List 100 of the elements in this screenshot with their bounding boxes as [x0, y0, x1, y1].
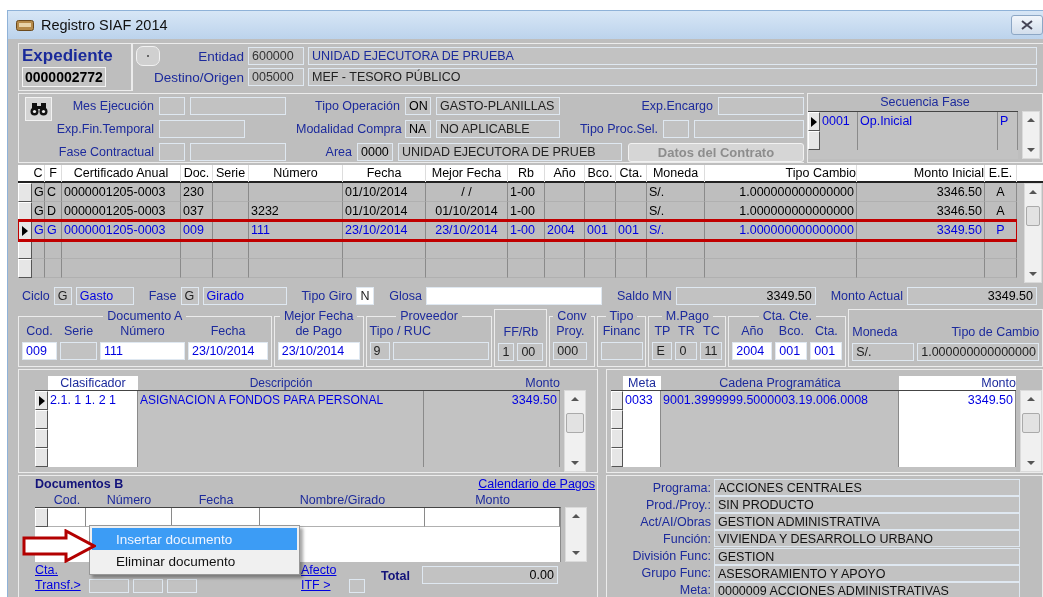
- row-header[interactable]: [18, 259, 32, 278]
- text-field[interactable]: GESTION ADMINISTRATIVA: [714, 513, 1020, 531]
- field-label: Bco.: [777, 323, 805, 340]
- transfer-link[interactable]: Cta. Transf.>: [35, 563, 85, 593]
- close-button[interactable]: [1011, 15, 1043, 35]
- text-field[interactable]: 3349.50: [906, 287, 1037, 305]
- menu-item[interactable]: Eliminar documento: [92, 550, 297, 572]
- text-field[interactable]: [190, 143, 286, 161]
- text-field[interactable]: Girado: [202, 287, 287, 305]
- field-label: Tipo Giro: [301, 289, 353, 303]
- text-field[interactable]: 005000: [248, 68, 304, 86]
- text-field[interactable]: [133, 579, 163, 593]
- down-arrow-icon: [572, 551, 580, 555]
- text-field[interactable]: UNIDAD EJECUTORA DE PRUEBA: [308, 47, 1037, 65]
- table-cell: S/.: [647, 183, 705, 202]
- row-header[interactable]: [35, 391, 48, 410]
- field-label: Año: [740, 323, 765, 340]
- row-header[interactable]: [35, 448, 48, 467]
- text-field[interactable]: 0: [675, 342, 698, 360]
- column-header: Mejor Fecha: [426, 165, 508, 182]
- field-label: Destino/Origen: [152, 69, 244, 85]
- text-field[interactable]: NO APLICABLE: [436, 120, 560, 138]
- text-field[interactable]: [600, 342, 643, 360]
- scrollbar-thumb[interactable]: [566, 413, 584, 433]
- text-field[interactable]: 1.000000000000000: [917, 343, 1040, 361]
- column-header: Monto: [474, 493, 511, 507]
- text-field[interactable]: Gasto: [75, 287, 134, 305]
- text-field[interactable]: 1: [498, 343, 515, 361]
- field-label: de Pago: [294, 323, 343, 340]
- text-field[interactable]: 001: [775, 342, 808, 360]
- text-field[interactable]: [159, 143, 185, 161]
- scrollbar-thumb[interactable]: [1022, 413, 1040, 433]
- text-field[interactable]: 001: [810, 342, 843, 360]
- text-field[interactable]: 009: [22, 342, 57, 360]
- scrollbar[interactable]: [1022, 111, 1040, 159]
- text-field[interactable]: GASTO-PLANILLAS: [436, 97, 560, 115]
- row-header[interactable]: [18, 221, 32, 240]
- text-field[interactable]: [159, 120, 245, 138]
- text-field[interactable]: [167, 579, 197, 593]
- text-field[interactable]: 0.00: [421, 566, 558, 584]
- column-header: Descripción: [248, 376, 314, 390]
- text-field[interactable]: G: [180, 287, 199, 305]
- binoculars-button[interactable]: [25, 97, 52, 121]
- table-cell: 3346.50: [857, 202, 985, 221]
- text-field[interactable]: ACCIONES CENTRALES: [714, 479, 1020, 497]
- text-field[interactable]: [159, 97, 185, 115]
- text-field[interactable]: NA: [405, 120, 431, 138]
- field-label: Modalidad Compra: [296, 122, 400, 136]
- text-field[interactable]: 00: [517, 343, 544, 361]
- text-field[interactable]: [190, 97, 286, 115]
- text-field[interactable]: G: [53, 287, 72, 305]
- text-field[interactable]: 23/10/2014: [277, 342, 360, 360]
- text-field[interactable]: 23/10/2014: [188, 342, 268, 360]
- table-cell: 3349.50: [899, 391, 1016, 410]
- section-title: Documentos B: [35, 477, 124, 492]
- text-field[interactable]: [694, 120, 804, 138]
- text-field[interactable]: E: [652, 342, 673, 360]
- text-field[interactable]: 111: [100, 342, 185, 360]
- text-field[interactable]: [425, 287, 602, 305]
- text-field[interactable]: 000: [553, 342, 588, 360]
- scrollbar[interactable]: [564, 390, 586, 472]
- text-field[interactable]: 0000: [357, 143, 393, 161]
- row-header[interactable]: [35, 410, 48, 429]
- row-header[interactable]: [611, 391, 623, 410]
- row-header[interactable]: [18, 183, 32, 202]
- scrollbar[interactable]: [1020, 390, 1042, 472]
- text-field[interactable]: 3349.50: [675, 287, 816, 305]
- text-field[interactable]: S/.: [852, 343, 915, 361]
- itf-link[interactable]: Afecto ITF >: [301, 563, 345, 593]
- text-field[interactable]: SIN PRODUCTO: [714, 496, 1020, 514]
- text-field[interactable]: N: [356, 287, 375, 305]
- row-header[interactable]: [808, 131, 820, 150]
- text-field[interactable]: [663, 120, 689, 138]
- scrollbar[interactable]: [565, 507, 587, 562]
- row-header[interactable]: [611, 448, 623, 467]
- text-field[interactable]: MEF - TESORO PÚBLICO: [308, 68, 1037, 86]
- row-header[interactable]: [808, 112, 820, 131]
- group-title: M.Pago: [664, 309, 710, 323]
- text-field[interactable]: 11: [700, 342, 723, 360]
- text-field[interactable]: 9: [369, 342, 390, 360]
- text-field[interactable]: UNIDAD EJECUTORA DE PRUEB: [398, 143, 622, 161]
- text-field[interactable]: ON: [405, 97, 431, 115]
- scrollbar[interactable]: [1024, 183, 1042, 283]
- row-header[interactable]: [35, 508, 48, 527]
- text-field[interactable]: [349, 579, 365, 593]
- text-field[interactable]: 600000: [248, 47, 304, 65]
- row-header[interactable]: [35, 429, 48, 448]
- scrollbar-thumb[interactable]: [1026, 206, 1040, 226]
- row-header[interactable]: [611, 410, 623, 429]
- text-field[interactable]: [60, 342, 97, 360]
- text-field[interactable]: [718, 97, 804, 115]
- table-cell: 0000001205-0003: [62, 202, 181, 221]
- text-field[interactable]: [392, 342, 489, 360]
- calendar-link[interactable]: Calendario de Pagos: [478, 477, 595, 492]
- row-header[interactable]: [611, 429, 623, 448]
- text-field[interactable]: VIVIENDA Y DESARROLLO URBANO: [714, 530, 1020, 548]
- text-field[interactable]: [89, 579, 129, 593]
- text-field[interactable]: 2004: [732, 342, 773, 360]
- text-field[interactable]: GESTION: [714, 547, 1020, 565]
- table-cell: 0001: [820, 112, 858, 131]
